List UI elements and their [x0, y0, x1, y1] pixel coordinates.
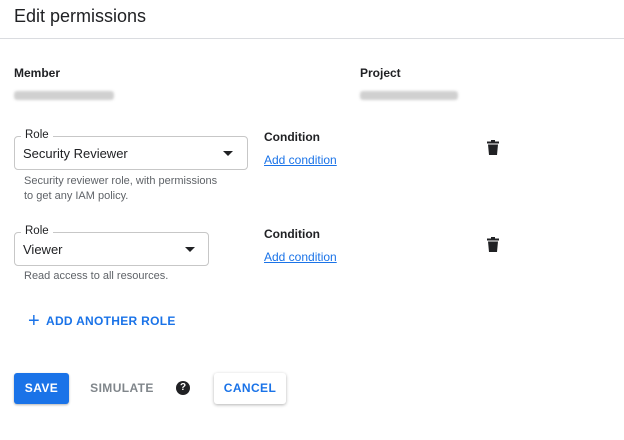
role-1-description: Security reviewer role, with permissions… — [24, 174, 217, 204]
save-button[interactable]: SAVE — [14, 373, 69, 404]
role-1-description-line-2: to get any IAM policy. — [24, 190, 129, 202]
chevron-down-icon — [185, 247, 195, 252]
help-icon[interactable]: ? — [176, 381, 190, 395]
role-1-add-condition-link[interactable]: Add condition — [264, 153, 337, 167]
role-1-condition-label: Condition — [264, 130, 320, 144]
role-select-2[interactable]: Role Viewer — [14, 225, 209, 266]
dialog-title: Edit permissions — [14, 6, 147, 26]
project-value-redacted — [360, 87, 458, 105]
role-select-2-legend: Role — [21, 225, 53, 237]
header-divider — [0, 38, 624, 39]
cancel-button[interactable]: CANCEL — [214, 373, 286, 404]
add-another-role-button[interactable]: + ADD ANOTHER ROLE — [28, 311, 176, 331]
trash-icon — [487, 237, 499, 252]
role-select-1-legend: Role — [21, 129, 53, 141]
member-label: Member — [14, 66, 61, 80]
role-2-add-condition-link[interactable]: Add condition — [264, 250, 337, 264]
delete-role-1-button[interactable] — [487, 140, 499, 160]
add-another-role-label: ADD ANOTHER ROLE — [45, 314, 176, 328]
simulate-button[interactable]: SIMULATE — [84, 373, 160, 404]
trash-icon — [487, 140, 499, 155]
role-select-1[interactable]: Role Security Reviewer — [14, 129, 248, 170]
project-label: Project — [360, 66, 401, 80]
member-value-redacted — [14, 87, 114, 105]
role-1-description-line-1: Security reviewer role, with permissions — [24, 175, 218, 187]
role-select-2-value: Viewer — [23, 242, 63, 257]
chevron-down-icon — [223, 151, 233, 156]
delete-role-2-button[interactable] — [487, 237, 499, 257]
role-2-condition-label: Condition — [264, 227, 320, 241]
plus-icon: + — [28, 310, 40, 332]
role-select-1-value: Security Reviewer — [23, 146, 128, 161]
role-2-description: Read access to all resources. — [24, 270, 169, 282]
